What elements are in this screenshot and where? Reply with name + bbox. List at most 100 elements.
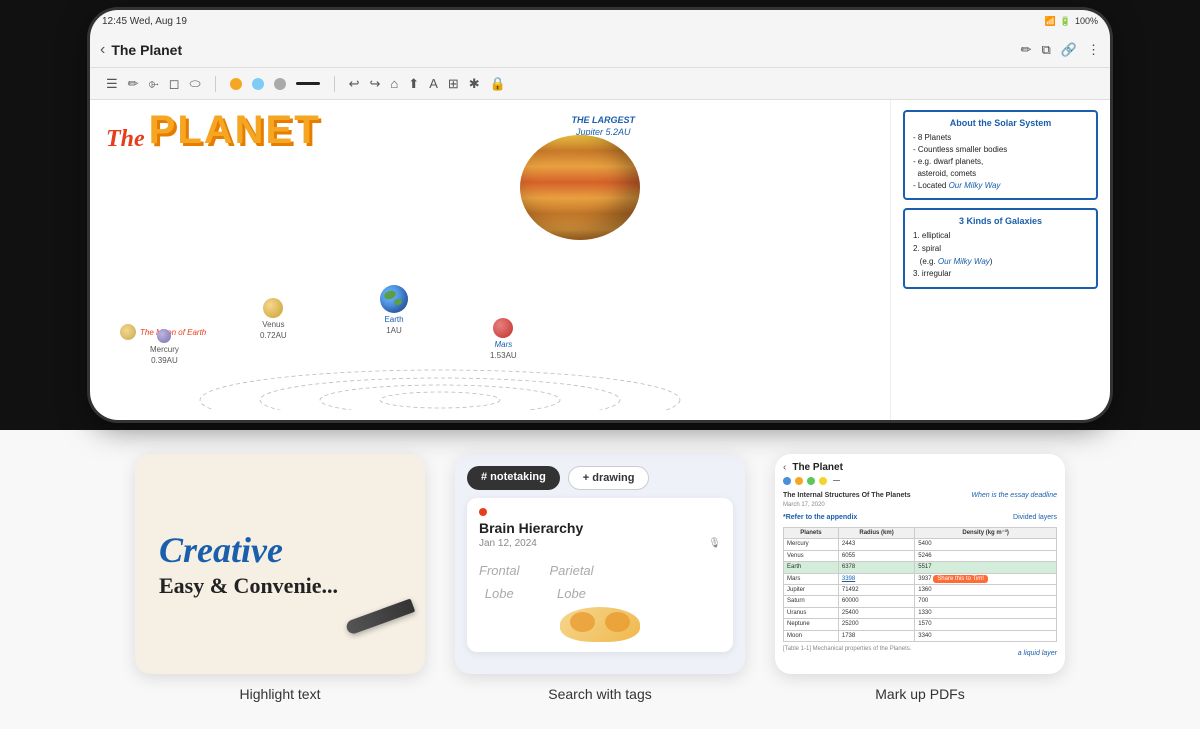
galaxies-item-4: 3. irregular	[913, 268, 1088, 281]
redo-icon[interactable]: ↪	[370, 76, 381, 92]
battery-level: 100%	[1075, 16, 1098, 26]
feature-search-tags: # notetaking + drawing Brain Hierarchy J…	[455, 454, 745, 702]
galaxies-title: 3 Kinds of Galaxies	[913, 216, 1088, 226]
eraser-icon[interactable]: ◻	[169, 76, 180, 92]
venus-planet: Venus 0.72AU	[260, 298, 287, 340]
layout-icon[interactable]: ⧉	[1042, 42, 1051, 58]
card-search-preview: # notetaking + drawing Brain Hierarchy J…	[455, 454, 745, 674]
tag-drawing[interactable]: + drawing	[568, 466, 650, 490]
status-time: 12:45 Wed, Aug 19	[102, 16, 187, 27]
stylus	[345, 598, 416, 635]
pdf-toolbar-icon[interactable]: —	[833, 477, 840, 485]
galaxies-item-1: 1. elliptical	[913, 230, 1088, 243]
solar-item-1: - 8 Planets	[913, 132, 1088, 144]
table-row: Venus60555246	[784, 550, 1057, 561]
card-pdf-preview: ‹ The Planet — The Internal Structures O…	[775, 454, 1065, 674]
jupiter-planet	[520, 135, 640, 240]
lobe-row: Frontal Lobe Parietal Lobe	[479, 555, 721, 601]
pdf-title: The Planet	[792, 462, 843, 473]
pdf-footer: [Table 1-1] Mechanical properties of the…	[783, 645, 1057, 659]
upload-icon[interactable]: ⬆	[408, 76, 419, 92]
tag-notetaking[interactable]: # notetaking	[467, 466, 560, 490]
note-title: The Planet	[111, 42, 1020, 58]
pen-thickness[interactable]	[296, 82, 320, 85]
lock-icon[interactable]: 🔒	[490, 76, 506, 92]
grid2-icon[interactable]: ⊞	[448, 76, 459, 92]
share-badge: Share this to Tim!	[933, 575, 988, 583]
galaxies-box: 3 Kinds of Galaxies 1. elliptical 2. spi…	[903, 208, 1098, 289]
search-tags-label: Search with tags	[548, 686, 652, 702]
note-card-date: Jan 12, 2024 🎙	[479, 538, 721, 549]
galaxies-item-2: 2. spiral	[913, 243, 1088, 256]
pdf-annotation: When is the essay deadline	[971, 491, 1057, 501]
highlighter-icon[interactable]: ⌱	[149, 76, 159, 92]
home-icon[interactable]: ⌂	[390, 76, 398, 91]
galaxies-item-3: (e.g. Our Milky Way)	[913, 256, 1088, 269]
note-card-title: Brain Hierarchy	[479, 520, 721, 536]
planet-title: The PLANET	[106, 108, 321, 153]
search-note-card: Brain Hierarchy Jan 12, 2024 🎙 Frontal L…	[467, 498, 733, 652]
wifi-icon: 📶	[1045, 16, 1056, 27]
table-row: Saturn60000700	[784, 596, 1057, 607]
feature-highlight-text: Creative Easy & Convenie... Highlight te…	[135, 454, 425, 702]
color-blue[interactable]	[252, 78, 264, 90]
back-button[interactable]: ‹	[100, 41, 105, 59]
color-orange[interactable]	[230, 78, 242, 90]
cards-section: Creative Easy & Convenie... Highlight te…	[0, 430, 1200, 729]
easy-text: Easy & Convenie...	[159, 573, 338, 599]
table-row: Jupiter714921360	[784, 584, 1057, 595]
canvas-right: About the Solar System - 8 Planets - Cou…	[890, 100, 1110, 420]
star-icon[interactable]: ✱	[469, 76, 480, 92]
pdf-color-orange[interactable]	[795, 477, 803, 485]
creative-text: Creative	[159, 529, 283, 572]
pdf-color-blue[interactable]	[783, 477, 791, 485]
link-icon[interactable]: 🔗	[1061, 42, 1077, 58]
pen-icon[interactable]: ✏	[128, 76, 139, 92]
mic-icon: 🎙	[708, 538, 721, 549]
divider2	[334, 76, 335, 92]
undo-icon[interactable]: ↩	[349, 76, 360, 92]
text-icon[interactable]: A	[429, 76, 438, 91]
pdf-toolbar: —	[783, 477, 1057, 485]
parietal-lobe: Parietal Lobe	[549, 555, 593, 601]
pdf-content: The Internal Structures Of The Planets M…	[783, 491, 1057, 659]
divided-text: Divided layers	[1013, 513, 1057, 523]
edit-icon[interactable]: ✏	[1021, 42, 1032, 58]
table-row: Uranus254001330	[784, 607, 1057, 618]
more-icon[interactable]: ⋮	[1087, 42, 1100, 58]
pdf-color-green[interactable]	[807, 477, 815, 485]
color-gray[interactable]	[274, 78, 286, 90]
status-bar: 12:45 Wed, Aug 19 📶 🔋 100%	[90, 10, 1110, 32]
tablet-body: 12:45 Wed, Aug 19 📶 🔋 100% ‹ The Planet …	[90, 10, 1110, 420]
solar-item-2: - Countless smaller bodies	[913, 144, 1088, 156]
solar-system-box: About the Solar System - 8 Planets - Cou…	[903, 110, 1098, 200]
refer-text: *Refer to the appendix	[783, 513, 857, 523]
brain-illustration	[479, 607, 721, 642]
tablet-wrapper: 12:45 Wed, Aug 19 📶 🔋 100% ‹ The Planet …	[0, 0, 1200, 430]
shape-icon[interactable]: ⬭	[190, 76, 201, 92]
title-planet: PLANET	[149, 108, 321, 153]
title-the: The	[106, 126, 145, 153]
grid-icon[interactable]: ☰	[106, 76, 118, 92]
pdf-refer-row: *Refer to the appendix Divided layers	[783, 513, 1057, 523]
table-row: Mars 3398 3937 Share this to Tim!	[784, 573, 1057, 584]
battery-icon: 🔋	[1060, 16, 1071, 27]
mercury-planet: Mercury 0.39AU	[150, 329, 179, 365]
pdf-doc-title: The Internal Structures Of The Planets	[783, 491, 911, 501]
toolbar: ☰ ✏ ⌱ ◻ ⬭ ↩ ↪ ⌂ ⬆ A ⊞ ✱ 🔒	[90, 68, 1110, 100]
pdf-color-yellow[interactable]	[819, 477, 827, 485]
table-row: Neptune252001570	[784, 619, 1057, 630]
table-row: Mercury24435400	[784, 539, 1057, 550]
highlight-text-label: Highlight text	[240, 686, 321, 702]
canvas-area: The PLANET THE LARGEST Jupiter 5.2AU The…	[90, 100, 1110, 420]
solar-item-5: - Located Our Milky Way	[913, 180, 1088, 192]
liquid-layer-text: a liquid layer	[1018, 649, 1057, 659]
status-right: 📶 🔋 100%	[1045, 16, 1098, 27]
table-row-earth: Earth63785517	[784, 562, 1057, 573]
pdf-back-button[interactable]: ‹	[783, 462, 786, 473]
markup-pdfs-label: Mark up PDFs	[875, 686, 964, 702]
orbit-lines	[140, 330, 740, 410]
frontal-lobe: Frontal Lobe	[479, 555, 519, 601]
top-bar: ‹ The Planet ✏ ⧉ 🔗 ⋮	[90, 32, 1110, 68]
col-radius: Radius (km)	[838, 527, 914, 538]
